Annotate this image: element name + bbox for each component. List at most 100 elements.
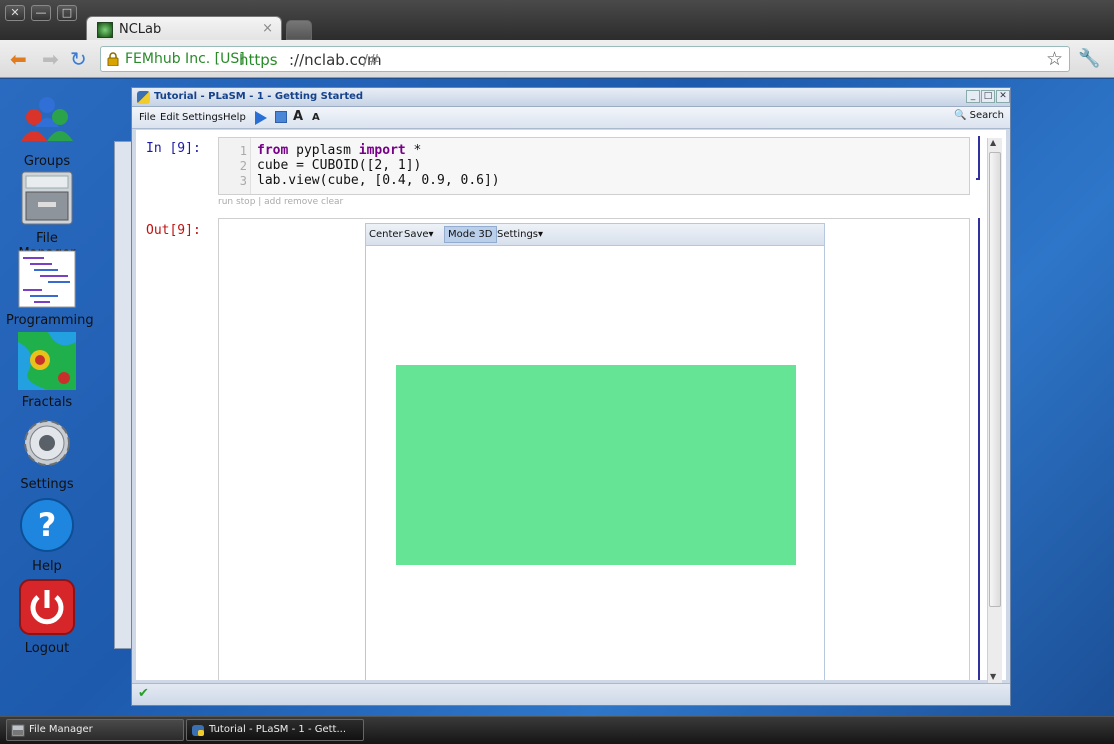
line-number: 3 [239, 174, 247, 188]
cell-actions[interactable]: run stop | add remove clear [218, 197, 343, 207]
code-editor[interactable]: 1 2 3 from pyplasm import * cube = CUBOI… [218, 137, 970, 195]
tutorial-window: Tutorial - PLaSM - 1 - Getting Started _… [131, 87, 1011, 706]
python-icon [192, 725, 204, 736]
tab-title: NCLab [119, 22, 162, 37]
taskbar-item-file-manager[interactable]: File Manager [6, 719, 184, 741]
maximize-button[interactable]: □ [981, 90, 995, 103]
desktop-icon-groups[interactable]: Groups [6, 91, 88, 169]
stop-icon[interactable] [275, 111, 287, 123]
logout-icon [19, 579, 75, 635]
nclab-favicon-icon [97, 22, 113, 38]
search-icon: 🔍 [954, 110, 967, 121]
font-increase-icon[interactable]: A [293, 109, 303, 124]
close-window-button[interactable]: ✕ [5, 5, 25, 21]
notebook: In [9]: 1 2 3 from pyplasm import * cube… [136, 130, 1006, 680]
window-title: Tutorial - PLaSM - 1 - Getting Started [154, 91, 364, 102]
taskbar: File Manager Tutorial - PLaSM - 1 - Gett… [0, 716, 1114, 744]
code-text: pyplasm [288, 143, 359, 158]
cuboid-render[interactable] [396, 365, 796, 565]
reload-icon[interactable]: ↻ [70, 48, 87, 70]
programming-icon [18, 250, 76, 308]
taskbar-item-label: File Manager [29, 724, 93, 735]
svg-text:?: ? [38, 506, 57, 544]
code-line: cube = CUBOID([2, 1]) [257, 158, 422, 173]
desktop-icon-label: Programming [6, 313, 94, 328]
new-tab-button[interactable] [286, 20, 312, 40]
fractals-icon [18, 332, 76, 390]
viewer-settings-button[interactable]: Settings▾ [497, 229, 543, 240]
scroll-thumb[interactable] [989, 152, 1001, 607]
keyword: import [358, 143, 406, 158]
lock-icon [107, 52, 119, 66]
address-bar[interactable]: FEMhub Inc. [US] https ://nclab.com /# ☆ [100, 46, 1070, 72]
minimize-window-button[interactable]: — [31, 5, 51, 21]
help-icon: ? [20, 498, 74, 552]
input-cell-bracket[interactable] [976, 136, 980, 180]
code-line: from pyplasm import * [257, 143, 421, 158]
bookmark-star-icon[interactable]: ☆ [1046, 48, 1063, 70]
desktop-icon-file-manager[interactable]: File Manager [6, 168, 88, 261]
taskbar-item-tutorial[interactable]: Tutorial - PLaSM - 1 - Gett... [186, 719, 364, 741]
browser-toolbar: ⬅ ➡ ↻ FEMhub Inc. [US] https ://nclab.co… [0, 40, 1114, 78]
line-number: 1 [239, 144, 247, 158]
center-button[interactable]: Center [369, 229, 403, 240]
taskbar-item-label: Tutorial - PLaSM - 1 - Gett... [209, 724, 347, 735]
wrench-icon[interactable]: 🔧 [1078, 48, 1100, 69]
font-decrease-icon[interactable]: A [312, 112, 320, 123]
keyword: from [257, 143, 289, 158]
file-manager-icon [21, 171, 73, 225]
desktop-icon-label: Settings [20, 477, 74, 492]
menu-settings[interactable]: Settings [182, 112, 223, 123]
desktop-icon-label: Groups [23, 154, 71, 169]
scroll-up-icon[interactable]: ▲ [990, 138, 996, 147]
checkmark-icon: ✔ [138, 686, 149, 701]
python-icon [137, 91, 150, 104]
output-area: Center Save▾ Mode 3D Settings▾ [218, 218, 970, 680]
browser-titlebar: ✕ — □ NCLab × [0, 0, 1114, 42]
search-button[interactable]: 🔍 Search [954, 110, 1004, 121]
close-button[interactable]: ✕ [996, 90, 1010, 103]
search-label: Search [969, 110, 1004, 121]
settings-icon [24, 420, 70, 466]
viewer-toolbar: Center Save▾ Mode 3D Settings▾ [366, 224, 824, 246]
maximize-window-button[interactable]: □ [57, 5, 77, 21]
output-prompt: Out[9]: [146, 223, 201, 238]
desktop-icon-fractals[interactable]: Fractals [6, 332, 88, 410]
line-number: 2 [239, 159, 247, 173]
desktop-icon-label: Help [32, 559, 62, 574]
forward-arrow-icon[interactable]: ➡ [42, 48, 59, 70]
save-button[interactable]: Save▾ [404, 229, 434, 240]
window-menubar: File Edit Settings Help A A 🔍 Search [132, 107, 1010, 129]
menu-help[interactable]: Help [223, 112, 246, 123]
tab-close-icon[interactable]: × [262, 21, 273, 36]
input-prompt: In [9]: [146, 141, 201, 156]
code-line: lab.view(cube, [0.4, 0.9, 0.6]) [257, 173, 500, 188]
output-cell-bracket[interactable] [976, 218, 980, 680]
window-statusbar: ✔ [132, 683, 1010, 705]
desktop-icon-label: Logout [24, 641, 70, 656]
file-manager-icon [11, 724, 25, 737]
desktop-icon-help[interactable]: ? Help [6, 496, 88, 574]
menu-file[interactable]: File [139, 112, 156, 123]
scroll-down-icon[interactable]: ▼ [990, 672, 996, 681]
window-titlebar[interactable]: Tutorial - PLaSM - 1 - Getting Started _… [132, 88, 1010, 107]
url-path: /# [363, 51, 381, 69]
line-gutter: 1 2 3 [219, 138, 251, 194]
browser-tab[interactable]: NCLab × [86, 16, 282, 42]
minimize-button[interactable]: _ [966, 90, 980, 103]
nclab-desktop: Groups File Manager Programming [0, 79, 1114, 716]
desktop-icon-logout[interactable]: Logout [6, 578, 88, 656]
mode-3d-button[interactable]: Mode 3D [444, 226, 497, 243]
groups-icon [21, 97, 73, 141]
desktop-icon-label: Fractals [21, 395, 73, 410]
desktop-icon-programming[interactable]: Programming [6, 250, 94, 328]
ev-certificate-label: FEMhub Inc. [US] [125, 51, 245, 67]
desktop-icon-settings[interactable]: Settings [6, 414, 88, 492]
url-scheme: https [239, 51, 278, 69]
plasm-viewer[interactable]: Center Save▾ Mode 3D Settings▾ [365, 223, 825, 680]
run-icon[interactable] [255, 111, 267, 125]
menu-edit[interactable]: Edit [160, 112, 179, 123]
back-arrow-icon[interactable]: ⬅ [10, 48, 27, 70]
code-text: * [405, 143, 422, 158]
notebook-scrollbar[interactable]: ▲ ▼ [987, 138, 1002, 688]
